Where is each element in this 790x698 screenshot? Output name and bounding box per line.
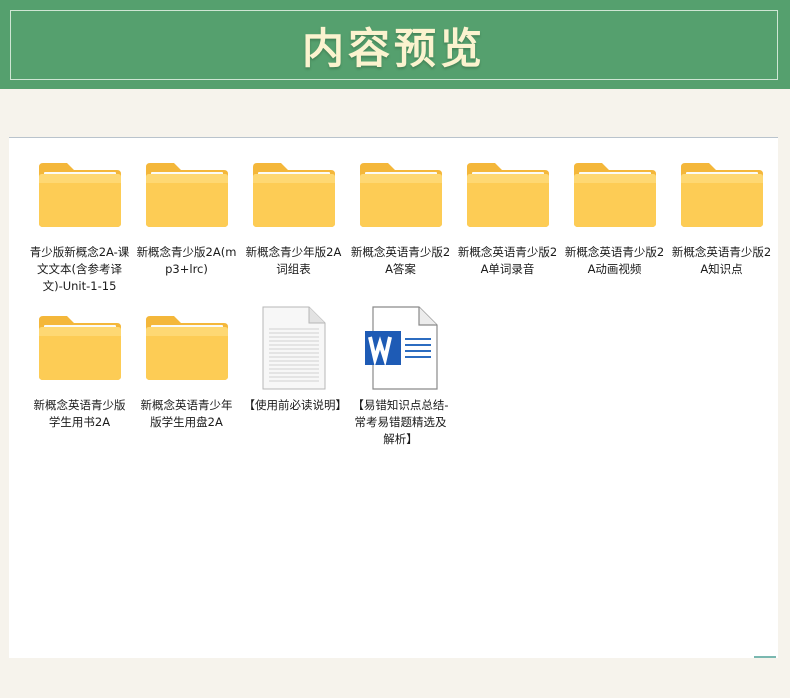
file-item-text[interactable]: 【使用前必读说明】: [240, 305, 347, 414]
file-item-folder[interactable]: 新概念英语青少版2A知识点: [668, 152, 775, 278]
file-name: 新概念英语青少版2A答案: [350, 245, 451, 276]
file-name: 青少版新概念2A-课文文本(含参考译文)-Unit-1-15: [29, 245, 130, 293]
folder-icon: [347, 152, 454, 238]
file-item-folder[interactable]: 新概念青少年版2A词组表: [240, 152, 347, 278]
folder-icon: [454, 152, 561, 238]
header-frame: 内容预览: [10, 10, 778, 80]
file-name: 新概念英语青少年版学生用盘2A: [140, 398, 233, 429]
file-name: 新概念青少年版2A词组表: [245, 245, 342, 276]
corner-accent: [754, 656, 776, 658]
word-document-icon: [347, 305, 454, 391]
file-name: 【易错知识点总结-常考易错题精选及解析】: [352, 398, 449, 446]
file-item-folder[interactable]: 新概念英语青少年版学生用盘2A: [133, 305, 240, 431]
folder-icon: [561, 152, 668, 238]
file-item-folder[interactable]: 新概念青少版2A(mp3+lrc): [133, 152, 240, 278]
file-name: 【使用前必读说明】: [243, 398, 348, 412]
file-item-word[interactable]: 【易错知识点总结-常考易错题精选及解析】: [347, 305, 454, 448]
folder-icon: [240, 152, 347, 238]
folder-icon: [668, 152, 775, 238]
file-name: 新概念英语青少版2A动画视频: [564, 245, 665, 276]
file-name: 新概念英语青少版学生用书2A: [33, 398, 126, 429]
header-banner: 内容预览: [0, 0, 790, 89]
folder-icon: [133, 305, 240, 391]
file-item-folder[interactable]: 新概念英语青少版2A答案: [347, 152, 454, 278]
text-document-icon: [240, 305, 347, 391]
file-item-folder[interactable]: 青少版新概念2A-课文文本(含参考译文)-Unit-1-15: [26, 152, 133, 295]
file-item-folder[interactable]: 新概念英语青少版2A动画视频: [561, 152, 668, 278]
page-title: 内容预览: [301, 23, 486, 73]
file-item-folder[interactable]: 新概念英语青少版2A单词录音: [454, 152, 561, 278]
file-grid-panel: 青少版新概念2A-课文文本(含参考译文)-Unit-1-15 新概念青少版2A(…: [9, 137, 778, 658]
file-name: 新概念青少版2A(mp3+lrc): [136, 245, 237, 276]
folder-icon: [133, 152, 240, 238]
file-item-folder[interactable]: 新概念英语青少版学生用书2A: [26, 305, 133, 431]
folder-icon: [26, 305, 133, 391]
folder-icon: [26, 152, 133, 238]
file-name: 新概念英语青少版2A知识点: [671, 245, 772, 276]
file-name: 新概念英语青少版2A单词录音: [457, 245, 558, 276]
